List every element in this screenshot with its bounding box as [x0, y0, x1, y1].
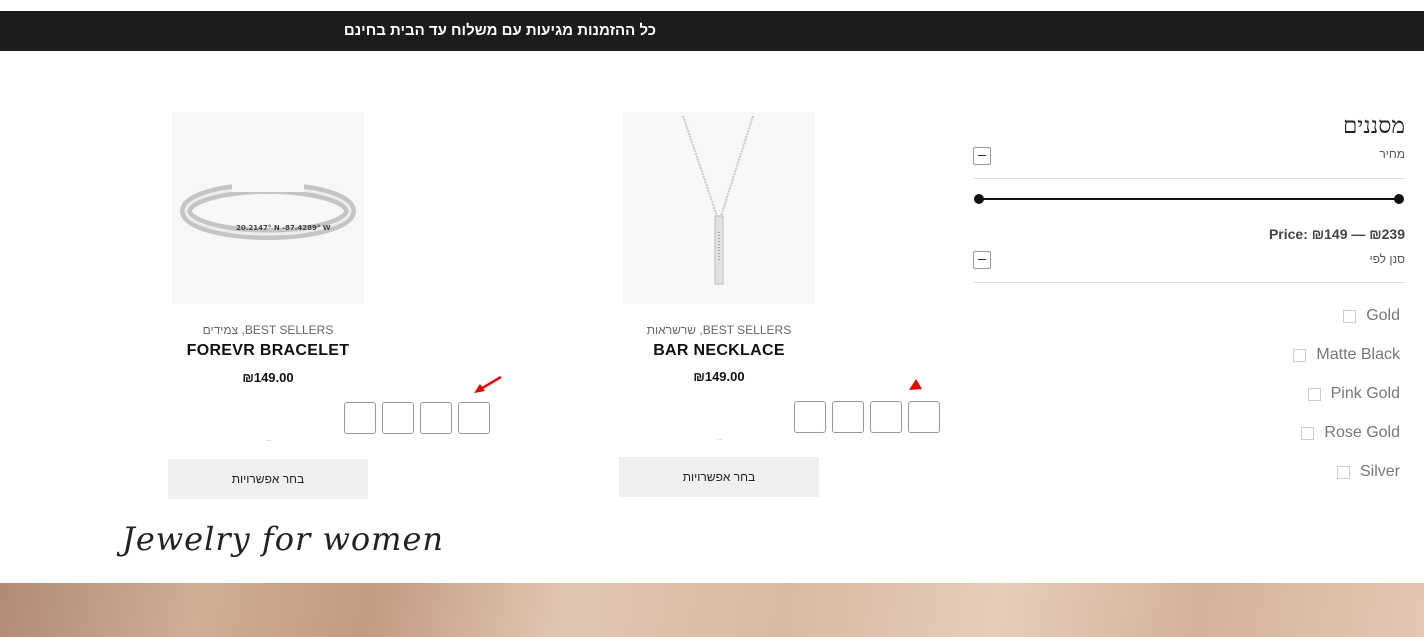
separator-dots: ··: [266, 436, 272, 445]
price-slider-track[interactable]: [979, 198, 1399, 200]
variant-swatch[interactable]: [382, 402, 414, 434]
product-price: ₪149.00: [693, 369, 745, 384]
variant-swatch[interactable]: [794, 401, 826, 433]
hero-banner-image: [0, 583, 1424, 637]
filter-by-label: סנן לפי: [1369, 252, 1405, 266]
color-option-label: Pink Gold: [1330, 385, 1400, 402]
bracelet-image: 20.2147° N -87.4289° W: [180, 162, 356, 240]
color-option-label: Matte Black: [1316, 346, 1400, 363]
product-title[interactable]: FOREVR BRACELET: [98, 342, 438, 360]
color-option-gold[interactable]: Gold: [1343, 306, 1400, 326]
separator-dots: ··: [717, 435, 723, 444]
red-arrow-icon: [474, 375, 502, 393]
color-option-silver[interactable]: Silver: [1336, 462, 1400, 482]
divider: [973, 178, 1405, 179]
color-option-pink-gold[interactable]: Pink Gold: [1307, 384, 1400, 404]
variant-swatch[interactable]: [458, 402, 490, 434]
product-price: ₪149.00: [242, 370, 294, 385]
checkbox[interactable]: [1343, 309, 1357, 323]
necklace-image: [682, 115, 754, 285]
product-image-bracelet[interactable]: 20.2147° N -87.4289° W: [172, 112, 364, 304]
product-title[interactable]: BAR NECKLACE: [549, 342, 889, 360]
bracelet-engraving: 20.2147° N -87.4289° W: [236, 224, 331, 232]
checkbox[interactable]: [1301, 426, 1315, 440]
color-option-rose-gold[interactable]: Rose Gold: [1301, 423, 1400, 443]
red-arrow-icon: [909, 379, 922, 390]
price-slider-max-handle[interactable]: [1394, 194, 1404, 204]
choose-options-button[interactable]: בחר אפשרויות: [168, 459, 368, 499]
color-option-label: Silver: [1359, 463, 1400, 480]
choose-options-button[interactable]: בחר אפשרויות: [619, 457, 819, 497]
divider: [973, 282, 1405, 283]
product-card-necklace: BEST SELLERS, שרשראות BAR NECKLACE ₪149.…: [549, 0, 940, 520]
filters-title: מסננים: [1342, 113, 1405, 139]
color-option-label: Gold: [1366, 307, 1400, 324]
price-filter-label: מחיר: [1379, 147, 1405, 161]
filter-collapse-minus-icon[interactable]: [973, 251, 991, 269]
price-collapse-minus-icon[interactable]: [973, 147, 991, 165]
price-range-text: Price: ₪149 — ₪239: [1268, 226, 1405, 242]
checkbox[interactable]: [1307, 387, 1321, 401]
section-heading: Jewelry for women: [122, 520, 444, 558]
variant-swatch[interactable]: [420, 402, 452, 434]
color-option-label: Rose Gold: [1324, 424, 1400, 441]
product-categories: BEST SELLERS, צמידים: [202, 323, 334, 337]
price-slider-min-handle[interactable]: [974, 194, 984, 204]
variant-swatch[interactable]: [832, 401, 864, 433]
color-option-matte-black[interactable]: Matte Black: [1293, 345, 1400, 365]
product-card-bracelet: 20.2147° N -87.4289° W BEST SELLERS, צמי…: [98, 0, 502, 520]
checkbox[interactable]: [1293, 348, 1307, 362]
variant-swatch[interactable]: [908, 401, 940, 433]
product-image-necklace[interactable]: [623, 112, 815, 304]
variant-swatch[interactable]: [344, 402, 376, 434]
checkbox[interactable]: [1336, 465, 1350, 479]
product-categories: BEST SELLERS, שרשראות: [646, 323, 792, 337]
variant-swatch[interactable]: [870, 401, 902, 433]
